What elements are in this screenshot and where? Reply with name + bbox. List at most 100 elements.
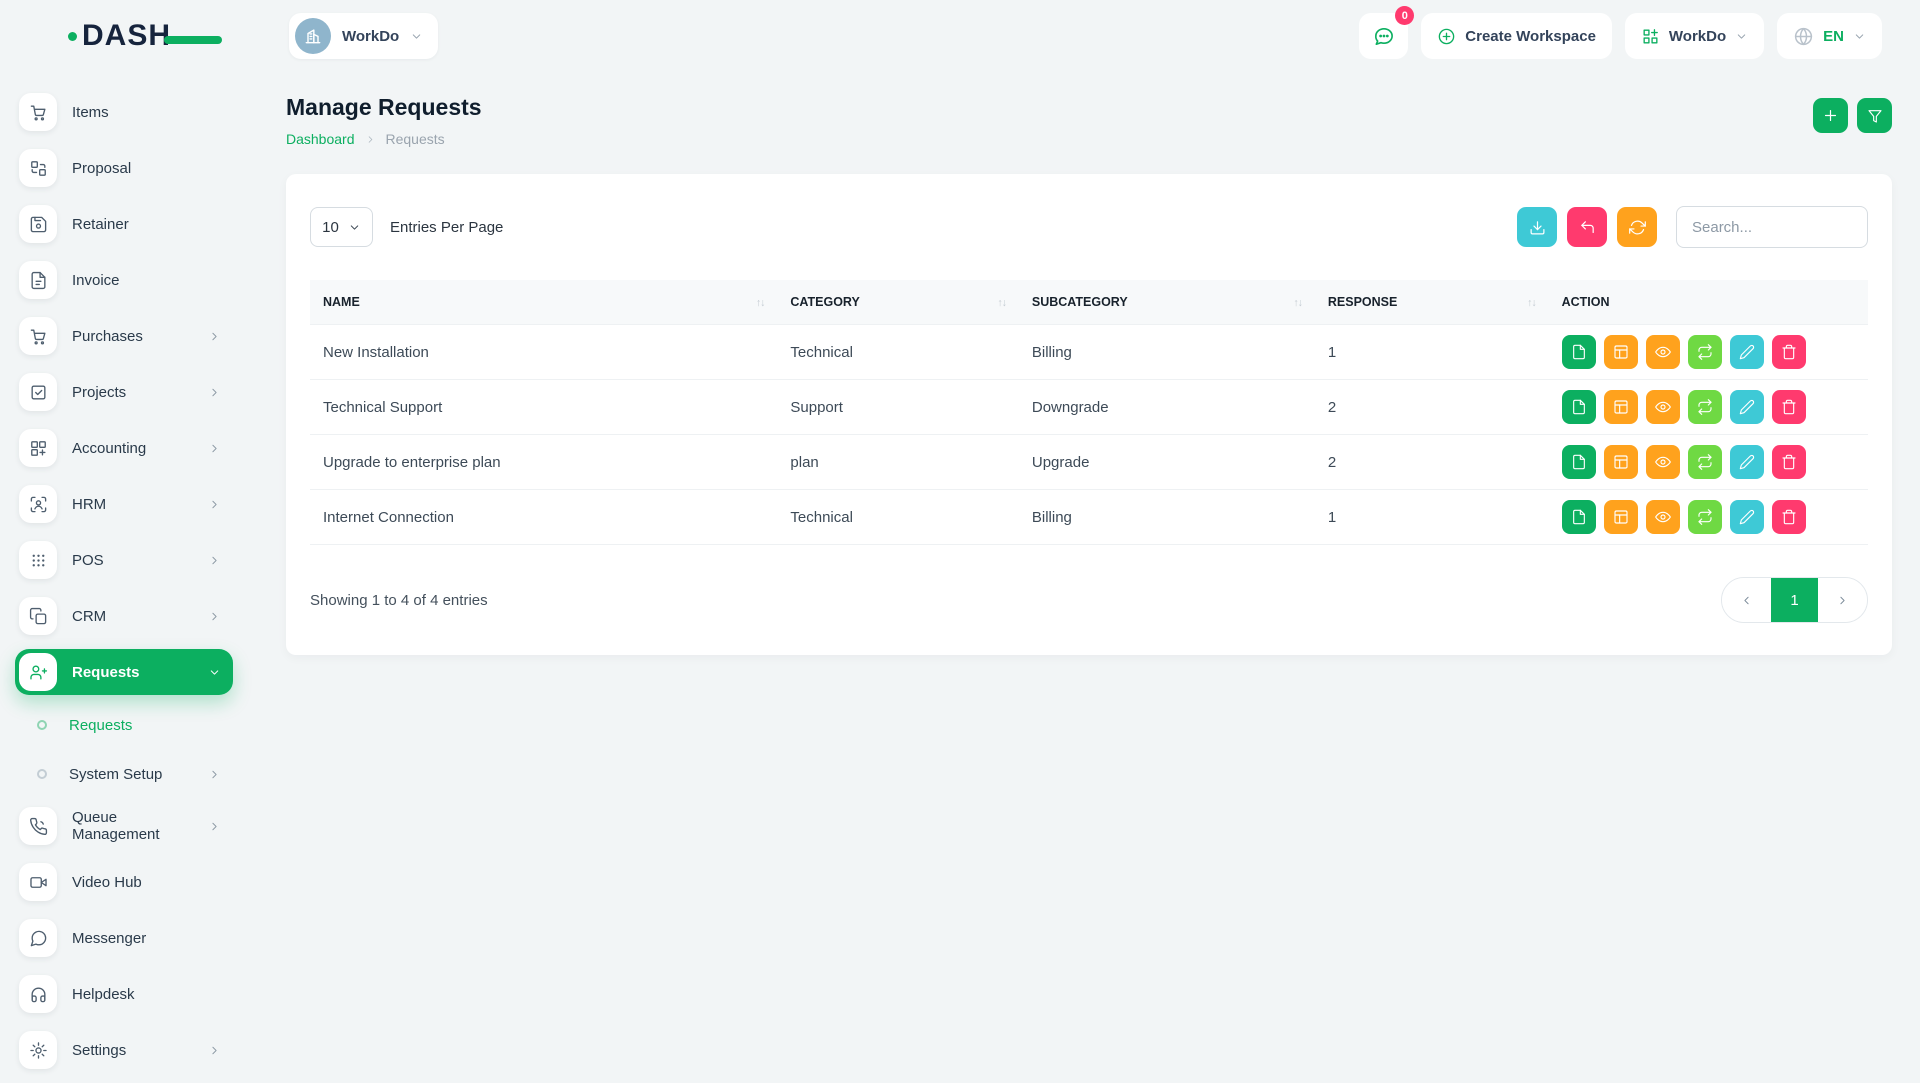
- convert-button[interactable]: [1688, 445, 1722, 479]
- logo-bar-icon: [164, 36, 222, 44]
- refresh-button[interactable]: [1617, 207, 1657, 247]
- preview-button[interactable]: [1646, 390, 1680, 424]
- column-header-name[interactable]: NAME↑↓: [310, 280, 777, 325]
- next-page-button[interactable]: [1818, 578, 1867, 622]
- sidebar-item-label: Items: [72, 104, 109, 121]
- messages-button[interactable]: 0: [1359, 13, 1408, 59]
- table-view-button[interactable]: [1604, 390, 1638, 424]
- preview-button[interactable]: [1646, 500, 1680, 534]
- sidebar-item-items[interactable]: Items: [15, 89, 233, 135]
- reset-button[interactable]: [1567, 207, 1607, 247]
- column-label: RESPONSE: [1328, 295, 1397, 309]
- sidebar-item-purchases[interactable]: Purchases: [15, 313, 233, 359]
- sidebar: Items Proposal Retainer Invoice Purchase…: [0, 72, 245, 1083]
- download-icon: [1529, 219, 1546, 236]
- sidebar-item-label: Proposal: [72, 160, 131, 177]
- edit-button[interactable]: [1730, 445, 1764, 479]
- delete-button[interactable]: [1772, 335, 1806, 369]
- sidebar-subitem-requests[interactable]: Requests: [31, 705, 233, 745]
- column-header-category[interactable]: CATEGORY↑↓: [777, 280, 1018, 325]
- preview-button[interactable]: [1646, 445, 1680, 479]
- circle-bullet-icon: [37, 769, 47, 779]
- column-header-subcategory[interactable]: SUBCATEGORY↑↓: [1019, 280, 1315, 325]
- previous-page-button[interactable]: [1722, 578, 1771, 622]
- brand-logo[interactable]: DASH: [68, 21, 228, 51]
- edit-button[interactable]: [1730, 390, 1764, 424]
- sidebar-item-hrm[interactable]: HRM: [15, 481, 233, 527]
- file-icon: [1571, 509, 1587, 525]
- chevron-down-icon: [1735, 30, 1748, 43]
- cart-icon: [19, 93, 57, 131]
- delete-button[interactable]: [1772, 390, 1806, 424]
- sidebar-item-pos[interactable]: POS: [15, 537, 233, 583]
- convert-button[interactable]: [1688, 500, 1722, 534]
- convert-button[interactable]: [1688, 335, 1722, 369]
- create-workspace-button[interactable]: Create Workspace: [1421, 13, 1612, 59]
- file-button[interactable]: [1562, 500, 1596, 534]
- column-header-response[interactable]: RESPONSE↑↓: [1315, 280, 1549, 325]
- app-root: DASH WorkDo 0 Create Workspace: [0, 0, 1920, 1083]
- breadcrumb-dashboard-link[interactable]: Dashboard: [286, 131, 355, 147]
- workdo-menu-button[interactable]: WorkDo: [1625, 13, 1764, 59]
- file-button[interactable]: [1562, 445, 1596, 479]
- refresh-icon: [1629, 219, 1646, 236]
- breadcrumb-current: Requests: [386, 131, 445, 147]
- language-selector[interactable]: EN: [1777, 13, 1882, 59]
- topbar: DASH WorkDo 0 Create Workspace: [0, 0, 1920, 72]
- table-header-row: NAME↑↓ CATEGORY↑↓ SUBCATEGORY↑↓ RESPONSE…: [310, 280, 1868, 325]
- main-content: Manage Requests Dashboard Requests: [245, 72, 1920, 655]
- sidebar-item-accounting[interactable]: Accounting: [15, 425, 233, 471]
- plus-icon: [1822, 107, 1839, 124]
- sidebar-item-label: Requests: [72, 664, 140, 681]
- create-request-button[interactable]: [1813, 98, 1848, 133]
- table-view-button[interactable]: [1604, 500, 1638, 534]
- chat-bubble-icon: [1372, 25, 1395, 48]
- page-head: Manage Requests Dashboard Requests: [286, 94, 1892, 147]
- sidebar-subitem-system-setup[interactable]: System Setup: [31, 754, 233, 794]
- cell-subcategory: Downgrade: [1019, 380, 1315, 435]
- phone-call-icon: [19, 807, 57, 845]
- workspace-selector[interactable]: WorkDo: [289, 13, 438, 59]
- search-input[interactable]: [1676, 206, 1868, 248]
- sidebar-item-label: Invoice: [72, 272, 120, 289]
- sidebar-item-crm[interactable]: CRM: [15, 593, 233, 639]
- sidebar-item-helpdesk[interactable]: Helpdesk: [15, 971, 233, 1017]
- sidebar-item-proposal[interactable]: Proposal: [15, 145, 233, 191]
- sidebar-item-retainer[interactable]: Retainer: [15, 201, 233, 247]
- delete-button[interactable]: [1772, 445, 1806, 479]
- chevron-right-icon: [208, 610, 221, 623]
- page-number-button[interactable]: 1: [1771, 578, 1818, 622]
- filter-button[interactable]: [1857, 98, 1892, 133]
- table-view-button[interactable]: [1604, 445, 1638, 479]
- entries-per-page-select[interactable]: 10: [310, 207, 373, 247]
- headphones-icon: [19, 975, 57, 1013]
- sidebar-item-video-hub[interactable]: Video Hub: [15, 859, 233, 905]
- convert-button[interactable]: [1688, 390, 1722, 424]
- chat-bubble-icon: [19, 919, 57, 957]
- file-button[interactable]: [1562, 335, 1596, 369]
- preview-button[interactable]: [1646, 335, 1680, 369]
- eye-icon: [1655, 454, 1671, 470]
- export-button[interactable]: [1517, 207, 1557, 247]
- trash-icon: [1781, 509, 1797, 525]
- file-button[interactable]: [1562, 390, 1596, 424]
- sidebar-item-requests[interactable]: Requests: [15, 649, 233, 695]
- create-workspace-label: Create Workspace: [1465, 28, 1596, 45]
- sidebar-item-invoice[interactable]: Invoice: [15, 257, 233, 303]
- delete-button[interactable]: [1772, 500, 1806, 534]
- cell-subcategory: Upgrade: [1019, 435, 1315, 490]
- sidebar-item-settings[interactable]: Settings: [15, 1027, 233, 1073]
- workspace-avatar: [295, 18, 331, 54]
- sidebar-item-queue-management[interactable]: Queue Management: [15, 803, 233, 849]
- chevron-right-icon: [208, 498, 221, 511]
- sidebar-item-projects[interactable]: Projects: [15, 369, 233, 415]
- edit-button[interactable]: [1730, 500, 1764, 534]
- edit-button[interactable]: [1730, 335, 1764, 369]
- topbar-actions: 0 Create Workspace WorkDo EN: [1359, 13, 1882, 59]
- table-view-button[interactable]: [1604, 335, 1638, 369]
- layout: Items Proposal Retainer Invoice Purchase…: [0, 72, 1920, 1083]
- person-scan-icon: [19, 485, 57, 523]
- sidebar-item-messenger[interactable]: Messenger: [15, 915, 233, 961]
- cell-actions: [1549, 490, 1868, 545]
- column-label: SUBCATEGORY: [1032, 295, 1128, 309]
